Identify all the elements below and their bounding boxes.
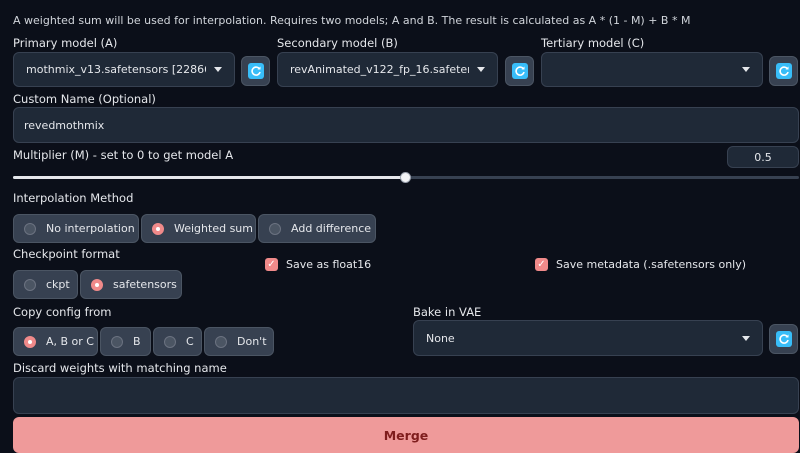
copy-config-label: Copy config from: [13, 305, 112, 319]
refresh-icon: [511, 63, 528, 79]
custom-name-value: revedmothmix: [24, 118, 105, 132]
chevron-down-icon: [742, 335, 750, 341]
custom-name-input[interactable]: revedmothmix: [13, 107, 799, 143]
multiplier-value: 0.5: [754, 150, 772, 164]
refresh-vae-button[interactable]: [769, 324, 798, 354]
primary-model-dropdown[interactable]: mothmix_v13.safetensors [228663: [13, 52, 235, 87]
radio-circle-selected: [91, 278, 103, 291]
multiplier-slider[interactable]: [13, 171, 799, 185]
tertiary-model-dropdown[interactable]: [541, 52, 763, 87]
radio-circle: [215, 335, 227, 348]
radio-ckpt[interactable]: ckpt: [13, 270, 78, 299]
radio-c[interactable]: C: [153, 327, 202, 356]
radio-circle-selected: [152, 222, 164, 235]
secondary-model-value: revAnimated_v122_fp_16.safeten: [290, 63, 469, 76]
radio-safetensors[interactable]: safetensors: [80, 270, 182, 299]
radio-no-interpolation[interactable]: No interpolation: [13, 214, 139, 243]
radio-label: C: [186, 335, 194, 348]
radio-label: Add difference: [291, 222, 372, 235]
radio-add-difference[interactable]: Add difference: [258, 214, 376, 243]
radio-circle-selected: [24, 335, 36, 348]
discard-weights-input[interactable]: [13, 377, 799, 414]
multiplier-number-input[interactable]: 0.5: [727, 146, 799, 168]
radio-circle: [24, 278, 36, 291]
radio-a-b-or-c[interactable]: A, B or C: [13, 327, 98, 356]
radio-label: Weighted sum: [174, 222, 253, 235]
save-metadata-checkbox[interactable]: ✓ Save metadata (.safetensors only): [535, 258, 746, 271]
chevron-down-icon: [214, 67, 222, 72]
radio-label: B: [133, 335, 141, 348]
secondary-model-label: Secondary model (B): [277, 36, 398, 50]
checkpoint-format-label: Checkpoint format: [13, 247, 120, 261]
custom-name-label: Custom Name (Optional): [13, 92, 156, 106]
secondary-model-dropdown[interactable]: revAnimated_v122_fp_16.safeten: [277, 52, 498, 87]
chevron-down-icon: [477, 67, 485, 72]
refresh-icon: [775, 331, 792, 347]
radio-b[interactable]: B: [100, 327, 151, 356]
radio-circle: [164, 335, 176, 348]
primary-model-label: Primary model (A): [13, 36, 118, 50]
refresh-icon: [775, 63, 792, 79]
refresh-primary-button[interactable]: [241, 56, 270, 86]
radio-circle: [269, 222, 281, 235]
radio-circle: [111, 335, 123, 348]
tertiary-model-label: Tertiary model (C): [541, 36, 645, 50]
save-float16-checkbox[interactable]: ✓ Save as float16: [265, 258, 371, 271]
checkmark-icon: ✓: [265, 258, 278, 271]
slider-thumb[interactable]: [400, 172, 411, 183]
chevron-down-icon: [742, 67, 750, 72]
radio-label: No interpolation: [46, 222, 135, 235]
bake-vae-label: Bake in VAE: [413, 305, 482, 319]
interpolation-label: Interpolation Method: [13, 191, 134, 205]
refresh-icon: [247, 63, 264, 79]
multiplier-label: Multiplier (M) - set to 0 to get model A: [13, 148, 234, 162]
slider-fill: [13, 176, 406, 179]
primary-model-value: mothmix_v13.safetensors [228663: [26, 63, 206, 76]
bake-vae-value: None: [426, 331, 455, 345]
radio-label: safetensors: [113, 278, 177, 291]
merge-button[interactable]: Merge: [13, 417, 799, 453]
radio-label: A, B or C: [46, 335, 94, 348]
radio-label: ckpt: [46, 278, 70, 291]
merge-description: A weighted sum will be used for interpol…: [13, 14, 691, 27]
radio-weighted-sum[interactable]: Weighted sum: [141, 214, 256, 243]
radio-circle: [24, 222, 36, 235]
bake-vae-dropdown[interactable]: None: [413, 320, 763, 356]
discard-weights-label: Discard weights with matching name: [13, 361, 227, 375]
save-float16-label: Save as float16: [286, 258, 372, 271]
save-metadata-label: Save metadata (.safetensors only): [556, 258, 747, 271]
radio-dont[interactable]: Don't: [204, 327, 274, 356]
checkmark-icon: ✓: [535, 258, 548, 271]
refresh-tertiary-button[interactable]: [769, 56, 798, 86]
radio-label: Don't: [237, 335, 267, 348]
refresh-secondary-button[interactable]: [505, 56, 534, 86]
